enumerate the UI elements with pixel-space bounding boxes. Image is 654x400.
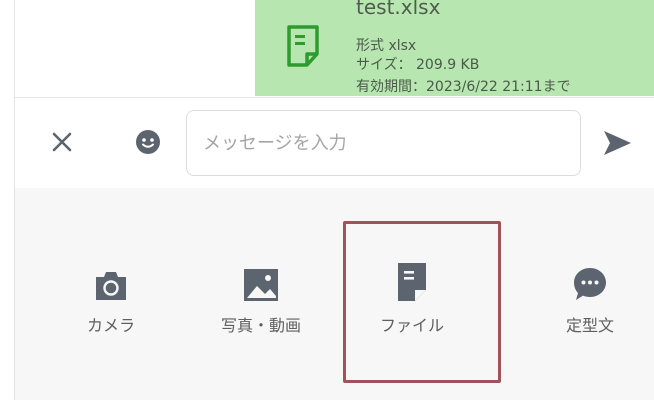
attachment-menu: カメラ 写真・動画 ファイル 定型文 [15, 188, 654, 400]
file-doc-icon [287, 25, 319, 67]
file-message-bubble[interactable]: test.xlsx 形式 xlsx サイズ： 209.9 KB 有効期間：202… [255, 0, 654, 96]
attach-photo-video-label: 写真・動画 [220, 316, 301, 335]
send-icon [604, 131, 631, 155]
attach-template-message-label: 定型文 [565, 316, 614, 335]
message-input[interactable] [186, 110, 581, 176]
file-size: サイズ： 209.9 KB [356, 57, 480, 73]
attach-file[interactable]: ファイル [352, 260, 472, 340]
attach-camera[interactable]: カメラ [51, 260, 171, 340]
close-button[interactable] [48, 128, 76, 156]
image-icon [244, 269, 278, 301]
chat-bubble-icon [574, 268, 606, 300]
attach-camera-label: カメラ [86, 316, 135, 335]
file-format: 形式 xlsx [356, 38, 417, 54]
camera-icon [96, 272, 126, 300]
smiley-icon [136, 130, 160, 154]
emoji-button[interactable] [134, 128, 162, 156]
left-edge [0, 0, 15, 400]
attach-photo-video[interactable]: 写真・動画 [201, 260, 321, 340]
send-button[interactable] [601, 128, 633, 158]
file-name: test.xlsx [356, 0, 441, 19]
message-composer [15, 97, 654, 188]
attach-file-label: ファイル [379, 316, 444, 335]
file-expiry: 有効期間：2023/6/22 21:11まで [356, 79, 571, 95]
close-icon [52, 132, 72, 152]
file-icon [398, 263, 426, 301]
attach-template-message[interactable]: 定型文 [530, 260, 650, 340]
